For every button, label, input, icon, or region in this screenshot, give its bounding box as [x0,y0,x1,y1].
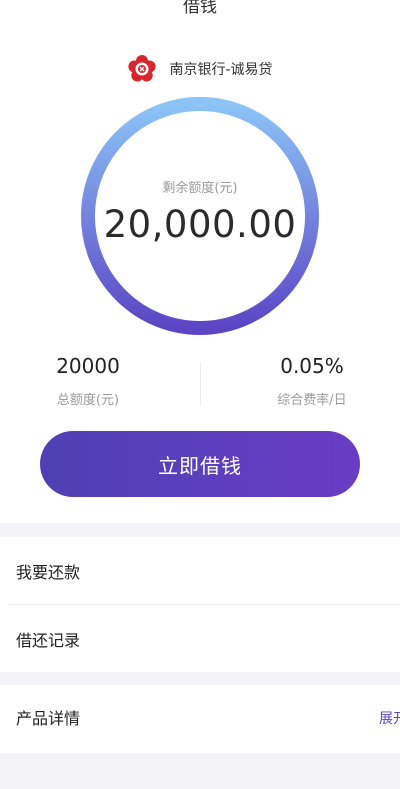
bank-header: 南京银行-诚易贷 [0,54,400,84]
daily-rate-stat: 0.05% 综合费率/日 [232,352,392,408]
loan-summary-card: 借钱 南京银行-诚易贷 剩余额度(元) 20,000.00 20000 总额度(… [0,0,400,523]
page-title: 借钱 [183,0,217,17]
menu-card: 我要还款 借还记录 [0,537,400,672]
total-quota-stat: 20000 总额度(元) [8,352,168,408]
total-quota-label: 总额度(元) [56,393,120,408]
menu-item-repay[interactable]: 我要还款 [0,537,400,604]
daily-rate-value: 0.05% [280,354,344,378]
daily-rate-label: 综合费率/日 [277,393,347,408]
remaining-quota-label: 剩余额度(元) [162,181,238,196]
menu-item-records[interactable]: 借还记录 [0,605,400,672]
remaining-quota-amount: 20,000.00 [103,203,297,246]
total-quota-value: 20000 [56,354,120,378]
stat-divider [200,362,201,406]
expand-link[interactable]: 展开 [379,685,400,753]
product-detail-title: 产品详情 [16,709,81,728]
bank-name: 南京银行-诚易贷 [169,62,273,78]
borrow-now-button[interactable]: 立即借钱 [40,431,360,497]
product-detail-card: 产品详情 展开 [0,685,400,753]
bank-flower-logo-icon [128,55,157,82]
